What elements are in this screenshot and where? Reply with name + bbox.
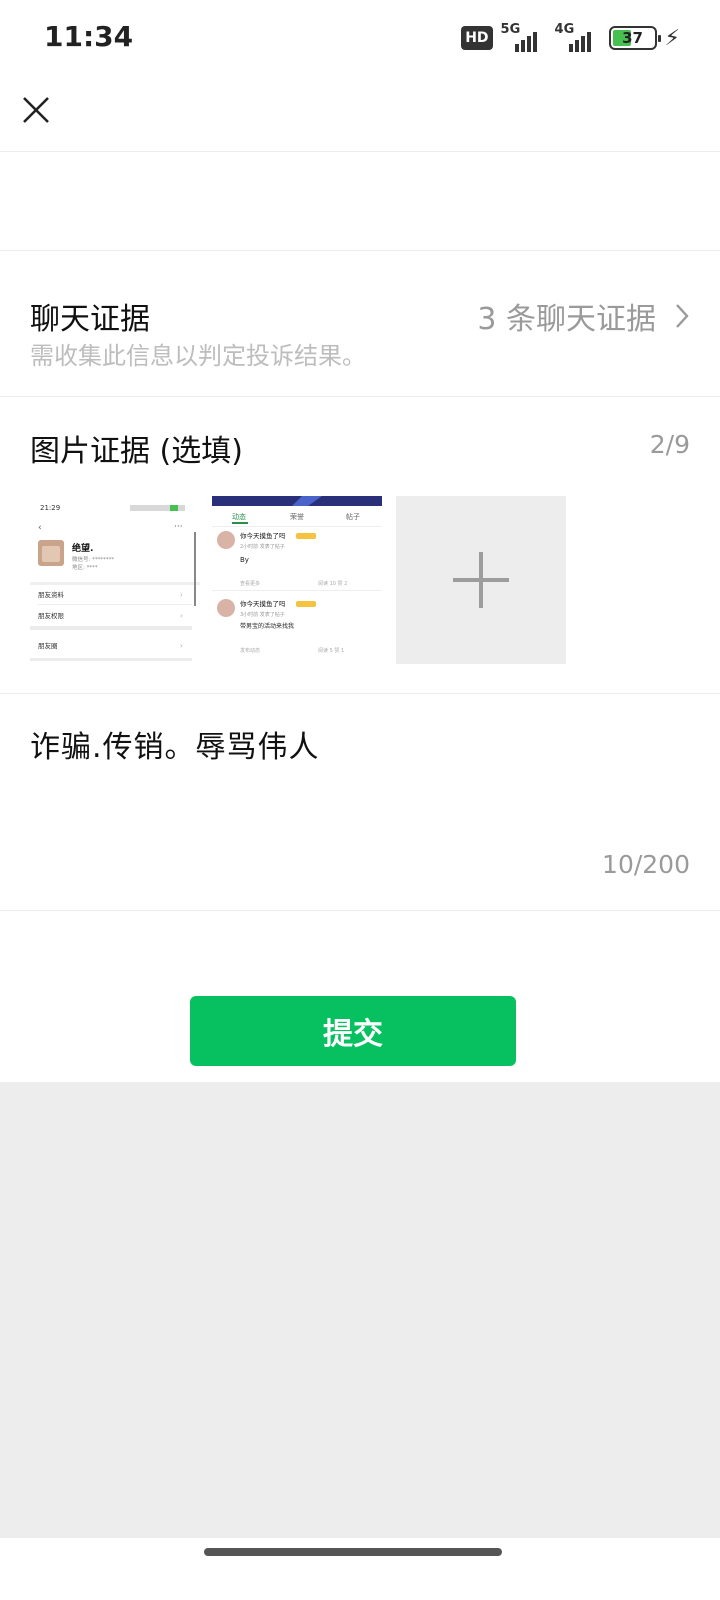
- divider: [0, 910, 720, 911]
- profile-screenshot-image: 21:29 ‹ ··· 绝望. 微信号: ******** 地区: **** 朋…: [30, 496, 200, 664]
- thumb-row: 朋友圈: [38, 641, 58, 650]
- thumb-post-foot: 阅读 5 赞 1: [318, 647, 344, 654]
- submit-button[interactable]: 提交: [190, 996, 516, 1066]
- close-button[interactable]: [18, 92, 54, 128]
- divider: [0, 396, 720, 397]
- thumb-id-line: 微信号: ********: [72, 555, 114, 563]
- signal-5g-icon: 5G: [501, 22, 547, 52]
- thumb-region-line: 地区: ****: [72, 563, 98, 571]
- divider: [0, 151, 720, 152]
- home-indicator[interactable]: [204, 1548, 502, 1556]
- thumb-tab: 动态: [232, 512, 246, 521]
- thumb-post-name: 你今天摸鱼了吗: [240, 531, 286, 540]
- thumb-post-body: 带男宝的活动来找我: [240, 622, 294, 630]
- add-photo-button[interactable]: [396, 496, 566, 664]
- divider: [0, 250, 720, 251]
- battery-icon: 37: [608, 26, 661, 50]
- divider: [0, 693, 720, 694]
- thumb-post-name: 你今天摸鱼了吗: [240, 599, 286, 608]
- posts-screenshot-image: 动态 荣誉 帖子 你今天摸鱼了吗 2小时前 发表了帖子 By 查看更多 阅读 1…: [212, 496, 382, 664]
- chevron-right-icon: [676, 304, 689, 328]
- status-time: 11:34: [44, 20, 134, 53]
- status-bar: 11:34 HD 5G 4G 37 ⚡: [0, 0, 720, 76]
- chat-evidence-hint: 需收集此信息以判定投诉结果。: [30, 342, 366, 370]
- svg-text:···: ···: [174, 522, 183, 532]
- evidence-image-thumbnail[interactable]: 21:29 ‹ ··· 绝望. 微信号: ******** 地区: **** 朋…: [30, 496, 200, 664]
- thumb-time: 21:29: [40, 504, 60, 512]
- svg-text:‹: ‹: [38, 523, 42, 533]
- thumb-tab: 帖子: [346, 512, 360, 521]
- image-evidence-title: 图片证据 (选填): [30, 434, 243, 469]
- evidence-image-thumbnail[interactable]: 动态 荣誉 帖子 你今天摸鱼了吗 2小时前 发表了帖子 By 查看更多 阅读 1…: [212, 496, 382, 664]
- description-char-counter: 10/200: [602, 850, 690, 879]
- close-icon: [23, 97, 49, 123]
- chat-evidence-count: 3 条聊天证据: [477, 302, 656, 337]
- bottom-gray-area: [0, 1082, 720, 1538]
- chat-evidence-title: 聊天证据: [30, 302, 150, 337]
- thumb-post-foot: 阅读 10 赞 2: [318, 580, 347, 587]
- charging-icon: ⚡: [664, 25, 680, 51]
- chat-evidence-selector[interactable]: 3 条聊天证据: [477, 296, 690, 337]
- battery-level: 37: [622, 29, 643, 47]
- complaint-description-input[interactable]: 诈骗.传销。辱骂伟人: [30, 722, 320, 766]
- hd-badge: HD: [461, 26, 493, 50]
- thumb-post-sub: 2小时前 发表了帖子: [240, 543, 285, 550]
- signal-4g-icon: 4G: [555, 22, 601, 52]
- thumb-tab: 荣誉: [290, 512, 304, 521]
- svg-text:›: ›: [180, 642, 183, 650]
- thumb-row: 朋友资料: [38, 590, 65, 599]
- thumb-post-foot: 发布动态: [240, 647, 260, 654]
- thumb-row: 朋友权限: [38, 611, 65, 620]
- thumb-post-body: By: [240, 556, 249, 564]
- thumb-profile-name: 绝望.: [72, 542, 93, 554]
- svg-text:›: ›: [180, 591, 183, 599]
- svg-text:›: ›: [180, 612, 183, 620]
- status-icons: HD 5G 4G 37 ⚡: [461, 22, 680, 54]
- image-counter: 2/9: [649, 430, 690, 459]
- thumb-post-sub: 3小时前 发表了帖子: [240, 611, 285, 618]
- thumb-post-foot: 查看更多: [240, 580, 260, 587]
